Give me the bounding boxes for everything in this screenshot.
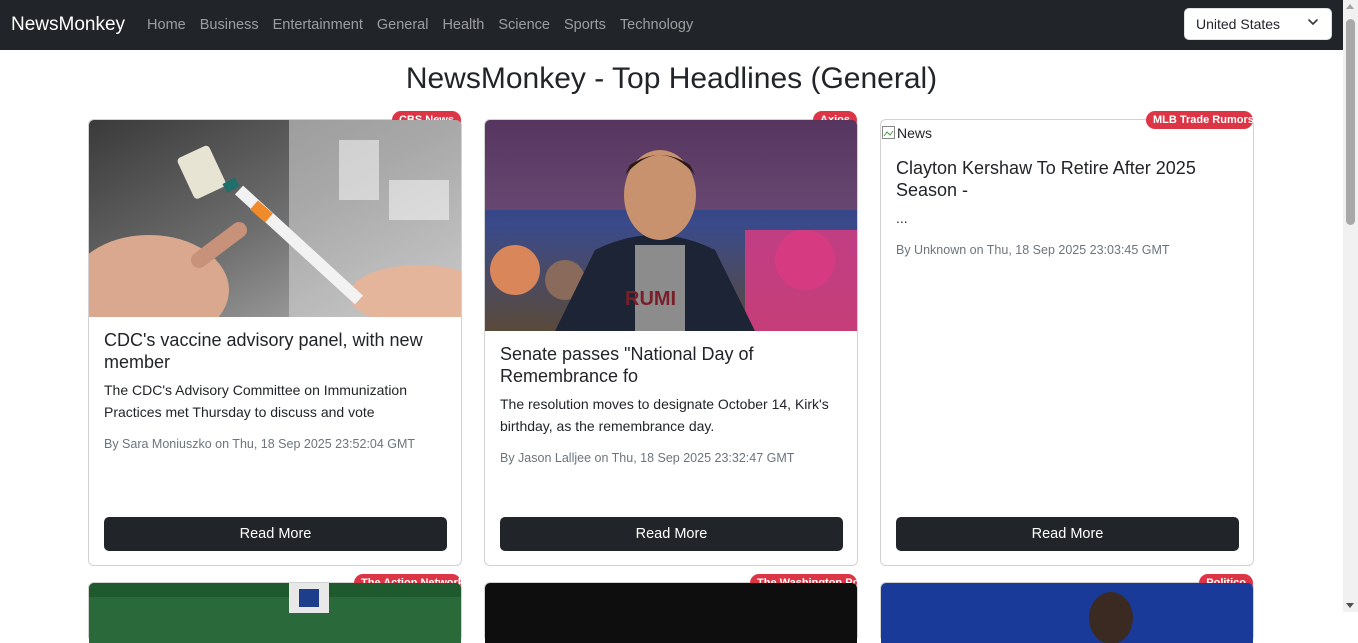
country-select[interactable]: United States bbox=[1184, 8, 1332, 40]
nav-link-technology[interactable]: Technology bbox=[620, 17, 693, 33]
scroll-up-arrow-icon[interactable] bbox=[1346, 4, 1354, 9]
news-card: The Washington Post bbox=[484, 574, 858, 643]
country-select-value: United States bbox=[1196, 16, 1281, 32]
news-card: MLB Trade Rumors News Clayton Kershaw To… bbox=[880, 111, 1254, 566]
news-image: RUMI bbox=[485, 120, 857, 331]
card-byline: By Jason Lalljee on Thu, 18 Sep 2025 23:… bbox=[500, 451, 795, 465]
card-body: Clayton Kershaw To Retire After 2025 Sea… bbox=[881, 157, 1253, 257]
nav-link-general[interactable]: General bbox=[377, 17, 429, 33]
image-alt-text: News bbox=[897, 125, 933, 141]
nav-link-entertainment[interactable]: Entertainment bbox=[273, 17, 363, 33]
news-card: Politico bbox=[880, 574, 1254, 643]
card-title: CDC's vaccine advisory panel, with new m… bbox=[104, 330, 423, 372]
nav-link-science[interactable]: Science bbox=[498, 17, 550, 33]
nav-link-health[interactable]: Health bbox=[442, 17, 484, 33]
nav-links: Home Business Entertainment General Heal… bbox=[147, 17, 707, 33]
broken-image-icon bbox=[882, 126, 895, 139]
card-description: ... bbox=[896, 210, 908, 226]
page-title: NewsMonkey - Top Headlines (General) bbox=[405, 62, 938, 95]
news-card: Axios RUMI Senate passes "National D bbox=[484, 111, 858, 566]
senate-photo: RUMI bbox=[485, 120, 857, 331]
vaccine-photo bbox=[89, 120, 461, 317]
card-body: Senate passes "National Day of Remembran… bbox=[485, 343, 857, 465]
read-more-button[interactable]: Read More bbox=[896, 517, 1239, 551]
nav-link-sports[interactable]: Sports bbox=[564, 17, 606, 33]
news-image bbox=[881, 583, 1253, 643]
news-image bbox=[89, 583, 461, 643]
news-card: The Action Network bbox=[88, 574, 462, 643]
politico-photo bbox=[881, 583, 1253, 643]
navbar: NewsMonkey Home Business Entertainment G… bbox=[0, 0, 1343, 50]
football-photo bbox=[89, 583, 461, 643]
card-byline: By Sara Moniuszko on Thu, 18 Sep 2025 23… bbox=[104, 437, 416, 451]
brand-logo[interactable]: NewsMonkey bbox=[11, 14, 125, 36]
scrollbar-thumb[interactable] bbox=[1346, 19, 1355, 225]
news-image bbox=[485, 583, 857, 643]
card-title: Clayton Kershaw To Retire After 2025 Sea… bbox=[896, 158, 1196, 200]
news-image bbox=[89, 120, 461, 317]
card-body: CDC's vaccine advisory panel, with new m… bbox=[89, 329, 461, 451]
card-byline: By Unknown on Thu, 18 Sep 2025 23:03:45 … bbox=[896, 243, 1170, 257]
svg-text:RUMI: RUMI bbox=[625, 288, 676, 310]
scroll-down-arrow-icon[interactable] bbox=[1346, 603, 1354, 608]
nav-link-home[interactable]: Home bbox=[147, 17, 186, 33]
dark-photo bbox=[485, 583, 857, 643]
card-description: The CDC's Advisory Committee on Immuniza… bbox=[104, 382, 407, 420]
chevron-down-icon bbox=[1308, 19, 1318, 25]
page-scrollbar[interactable] bbox=[1343, 0, 1358, 612]
read-more-button[interactable]: Read More bbox=[500, 517, 843, 551]
card-description: The resolution moves to designate Octobe… bbox=[500, 396, 829, 434]
news-card: CBS News CDC's vaccine advisory pan bbox=[88, 111, 462, 566]
source-badge: MLB Trade Rumors bbox=[1146, 111, 1253, 129]
nav-link-business[interactable]: Business bbox=[200, 17, 259, 33]
card-title: Senate passes "National Day of Remembran… bbox=[500, 344, 754, 386]
read-more-button[interactable]: Read More bbox=[104, 517, 447, 551]
